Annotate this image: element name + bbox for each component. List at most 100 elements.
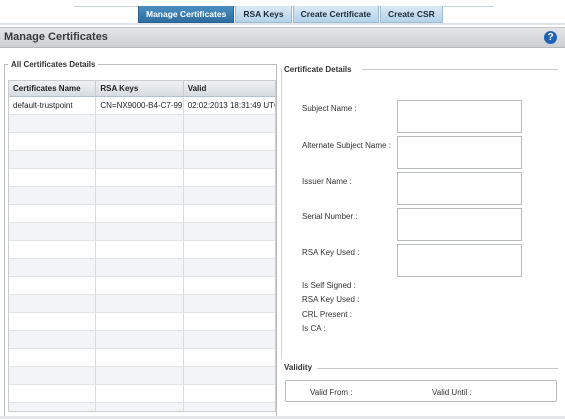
table-row-empty bbox=[9, 133, 275, 151]
details-divider bbox=[281, 69, 282, 359]
table-row-empty bbox=[9, 331, 275, 349]
subject-name-label: Subject Name : bbox=[302, 104, 357, 113]
table-row-empty bbox=[9, 313, 275, 331]
empty-cell bbox=[184, 295, 275, 312]
rsa-key-used-field bbox=[397, 244, 522, 277]
empty-cell bbox=[96, 403, 184, 411]
empty-cell bbox=[96, 331, 184, 348]
alt-subject-name-label: Alternate Subject Name : bbox=[302, 141, 391, 150]
column-header-rsa-keys[interactable]: RSA Keys bbox=[96, 81, 184, 96]
empty-cell bbox=[96, 115, 184, 132]
cell-valid: 02:02:2013 18:31:49 UTC bbox=[187, 101, 275, 110]
table-row-empty bbox=[9, 295, 275, 313]
tab-create-csr[interactable]: Create CSR bbox=[380, 6, 443, 23]
empty-cell bbox=[9, 313, 97, 330]
valid-until-label: Valid Until : bbox=[432, 388, 472, 397]
table-header: Certificates Name RSA Keys Valid bbox=[9, 81, 275, 97]
rsa-key-used-label: RSA Key Used : bbox=[302, 248, 360, 257]
tab-bar: Manage Certificates RSA Keys Create Cert… bbox=[138, 6, 444, 24]
column-header-certificates-name[interactable]: Certificates Name bbox=[9, 81, 97, 96]
certificate-details-legend: Certificate Details bbox=[284, 65, 352, 74]
is-ca-label: Is CA : bbox=[302, 324, 326, 333]
column-header-valid[interactable]: Valid bbox=[184, 81, 275, 96]
tab-manage-certificates[interactable]: Manage Certificates bbox=[138, 6, 235, 23]
empty-cell bbox=[9, 151, 97, 168]
empty-cell bbox=[9, 385, 97, 402]
empty-cell bbox=[96, 295, 184, 312]
empty-cell bbox=[96, 385, 184, 402]
empty-cell bbox=[9, 259, 97, 276]
empty-cell bbox=[184, 241, 275, 258]
issuer-name-label: Issuer Name : bbox=[302, 177, 352, 186]
empty-cell bbox=[96, 151, 184, 168]
table-row-empty bbox=[9, 259, 275, 277]
empty-cell bbox=[184, 313, 275, 330]
empty-cell bbox=[184, 367, 275, 384]
cell-certificate-name: default-trustpoint bbox=[9, 97, 97, 114]
table-row-empty bbox=[9, 169, 275, 187]
empty-cell bbox=[9, 241, 97, 258]
empty-cell bbox=[96, 223, 184, 240]
empty-cell bbox=[184, 187, 275, 204]
empty-cell bbox=[184, 259, 275, 276]
tab-divider bbox=[0, 23, 565, 25]
empty-cell bbox=[96, 277, 184, 294]
empty-cell bbox=[9, 223, 97, 240]
issuer-name-field bbox=[397, 172, 522, 205]
serial-number-field bbox=[397, 208, 522, 241]
serial-number-label: Serial Number : bbox=[302, 212, 358, 221]
empty-cell bbox=[184, 349, 275, 366]
page-title: Manage Certificates bbox=[4, 31, 108, 43]
empty-cell bbox=[96, 205, 184, 222]
cell-rsa-key: CN=NX9000-B4-C7-99- bbox=[96, 97, 184, 114]
all-certificates-legend: All Certificates Details bbox=[8, 60, 99, 69]
empty-cell bbox=[9, 133, 97, 150]
empty-cell bbox=[96, 349, 184, 366]
alt-subject-name-field bbox=[397, 136, 522, 169]
table-row-empty bbox=[9, 241, 275, 259]
empty-cell bbox=[9, 115, 97, 132]
empty-cell bbox=[184, 205, 275, 222]
empty-cell bbox=[96, 241, 184, 258]
empty-cell bbox=[9, 169, 97, 186]
crl-present-label: CRL Present : bbox=[302, 310, 352, 319]
empty-cell bbox=[184, 277, 275, 294]
empty-cell bbox=[9, 403, 97, 411]
empty-cell bbox=[9, 205, 97, 222]
empty-cell bbox=[184, 223, 275, 240]
is-self-signed-label: Is Self Signed : bbox=[302, 281, 356, 290]
table-row-empty bbox=[9, 367, 275, 385]
validity-rule bbox=[317, 368, 558, 369]
table-row-empty bbox=[9, 115, 275, 133]
empty-cell bbox=[9, 295, 97, 312]
empty-cell bbox=[184, 385, 275, 402]
empty-cell bbox=[9, 349, 97, 366]
tab-create-certificate[interactable]: Create Certificate bbox=[292, 6, 380, 23]
empty-cell bbox=[96, 133, 184, 150]
empty-rows bbox=[9, 115, 275, 411]
empty-cell bbox=[96, 259, 184, 276]
table-row-empty bbox=[9, 277, 275, 295]
help-icon[interactable]: ? bbox=[544, 31, 557, 44]
valid-from-label: Valid From : bbox=[310, 388, 353, 397]
empty-cell bbox=[184, 151, 275, 168]
subject-name-field bbox=[397, 100, 522, 133]
page-header: Manage Certificates ? bbox=[0, 27, 565, 48]
table-row-empty bbox=[9, 349, 275, 367]
tab-rsa-keys[interactable]: RSA Keys bbox=[235, 6, 292, 23]
table-row-empty bbox=[9, 223, 275, 241]
empty-cell bbox=[9, 331, 97, 348]
empty-cell bbox=[9, 187, 97, 204]
empty-cell bbox=[184, 331, 275, 348]
empty-cell bbox=[184, 133, 275, 150]
empty-cell bbox=[96, 367, 184, 384]
validity-legend: Validity bbox=[284, 363, 313, 372]
table-row[interactable]: default-trustpoint CN=NX9000-B4-C7-99- 0… bbox=[9, 97, 275, 115]
certificates-table: Certificates Name RSA Keys Valid default… bbox=[8, 80, 276, 412]
table-row-empty bbox=[9, 403, 275, 411]
empty-cell bbox=[184, 403, 275, 411]
table-row-empty bbox=[9, 385, 275, 403]
empty-cell bbox=[96, 313, 184, 330]
empty-cell bbox=[96, 169, 184, 186]
table-row-empty bbox=[9, 187, 275, 205]
